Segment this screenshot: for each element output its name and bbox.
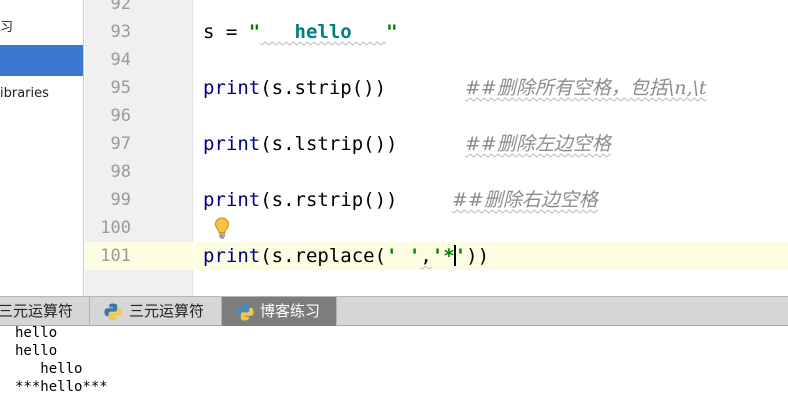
- run-console[interactable]: hello hello hello ***hello***: [0, 325, 788, 406]
- code-call: (s.lstrip()): [260, 133, 398, 155]
- code-comment: ##删除左边空格: [465, 133, 611, 155]
- code-editor[interactable]: s = " hello " print(s.strip()) ##删除所有空格，…: [194, 0, 788, 296]
- code-builtin-print: print: [203, 245, 261, 267]
- line-number: 98: [110, 162, 131, 182]
- run-tab[interactable]: 三元运算符: [90, 297, 222, 326]
- console-output-line: hello: [15, 325, 58, 341]
- string-literal: ' ': [386, 245, 421, 267]
- string-quote-close: ": [386, 21, 398, 43]
- project-tree-item-external-libraries[interactable]: ibraries: [0, 78, 83, 109]
- code-comma: ,: [420, 245, 432, 267]
- line-number: 92: [110, 0, 131, 14]
- code-line-97[interactable]: print(s.lstrip()): [203, 130, 397, 158]
- run-tab-label: 三元运算符: [0, 302, 74, 320]
- code-builtin-print: print: [203, 77, 261, 99]
- project-tree-item-selected[interactable]: [0, 45, 83, 76]
- code-call: (s.rstrip()): [260, 189, 398, 211]
- line-number: 95: [110, 78, 131, 98]
- console-output-line: hello: [15, 343, 58, 359]
- python-icon: [236, 303, 254, 321]
- code-builtin-print: print: [203, 133, 261, 155]
- line-number: 99: [110, 190, 131, 210]
- string-literal: '*: [431, 245, 455, 267]
- run-tab[interactable]: 三元运算符: [0, 297, 90, 326]
- code-comment: ##删除所有空格，包括\n,\t: [465, 77, 707, 99]
- project-sidebar: 习 ibraries: [0, 0, 84, 296]
- code-builtin-print: print: [203, 189, 261, 211]
- run-tab-bar: 三元运算符 三元运算符 博客练习: [0, 296, 788, 326]
- code-operator: =: [214, 21, 249, 43]
- console-output-line: ***hello***: [15, 379, 108, 395]
- console-output-line: hello: [15, 361, 83, 377]
- line-number: 94: [110, 50, 131, 70]
- code-comment: ##删除右边空格: [452, 189, 598, 211]
- project-tree-item-label: 习: [0, 20, 14, 35]
- code-line-93[interactable]: s = " hello ": [203, 18, 398, 46]
- string-literal: hello: [260, 21, 387, 43]
- code-variable: s: [203, 21, 215, 43]
- code-line-101[interactable]: print(s.replace(' ','*')): [203, 242, 489, 270]
- code-call: (s.replace(: [260, 245, 387, 267]
- code-call: (s.strip()): [260, 77, 387, 99]
- line-number: 93: [110, 22, 131, 42]
- line-number: 101: [100, 246, 131, 266]
- string-quote-open: ": [248, 21, 261, 43]
- run-tab-label: 博客练习: [260, 302, 321, 320]
- run-tab-label: 三元运算符: [129, 302, 205, 320]
- code-line-99[interactable]: print(s.rstrip()): [203, 186, 397, 214]
- line-number: 100: [100, 218, 131, 238]
- line-number: 97: [110, 134, 131, 154]
- code-line-95[interactable]: print(s.strip()): [203, 74, 386, 102]
- editor-gutter[interactable]: 92 93 94 95 96 97 98 99 100 101: [85, 0, 193, 296]
- run-tab-active[interactable]: 博客练习: [222, 297, 337, 326]
- project-tree-item-label: ibraries: [0, 86, 49, 101]
- string-literal: ': [454, 245, 467, 267]
- python-icon: [104, 303, 122, 321]
- line-number: 96: [110, 106, 131, 126]
- code-call-close: )): [466, 245, 490, 267]
- project-tree-item[interactable]: 习: [0, 12, 83, 43]
- lightbulb-icon[interactable]: [214, 217, 230, 239]
